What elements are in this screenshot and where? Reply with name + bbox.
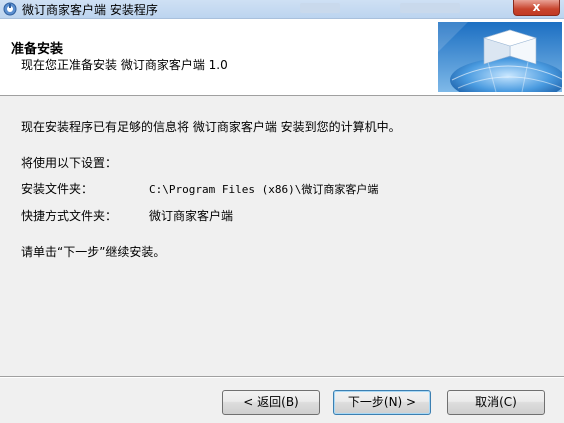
installer-app-icon: [3, 1, 17, 16]
footer-divider: [0, 376, 564, 378]
back-button[interactable]: < 返回(B): [222, 390, 320, 415]
intro-text: 现在安装程序已有足够的信息将 微订商家客户端 安装到您的计算机中。: [21, 120, 401, 134]
close-icon: x: [532, 0, 541, 14]
titlebar-background-blur: [400, 3, 460, 13]
installer-window: 微订商家客户端 安装程序 x 准备安装 现在您正准备安装 微订商家客户端 1.0: [0, 0, 564, 423]
header-panel: 准备安装 现在您正准备安装 微订商家客户端 1.0: [0, 19, 564, 102]
page-subtitle: 现在您正准备安装 微订商家客户端 1.0: [21, 58, 228, 72]
settings-heading: 将使用以下设置：: [21, 156, 118, 170]
install-folder-label: 安装文件夹：: [21, 182, 94, 196]
instruction-text: 请单击“下一步”继续安装。: [21, 245, 166, 259]
cancel-button[interactable]: 取消(C): [447, 390, 545, 415]
shortcut-folder-value: 微订商家客户端: [149, 209, 234, 223]
titlebar-background-blur: [300, 3, 340, 13]
shortcut-folder-label: 快捷方式文件夹：: [21, 209, 118, 223]
window-title: 微订商家客户端 安装程序: [22, 3, 158, 17]
globe-box-graphic-icon: [438, 22, 564, 102]
next-button[interactable]: 下一步(N) >: [333, 390, 431, 415]
install-folder-value: C:\Program Files (x86)\微订商家客户端: [149, 183, 379, 196]
close-button[interactable]: x: [513, 0, 560, 16]
title-bar[interactable]: 微订商家客户端 安装程序 x: [0, 0, 564, 19]
page-title: 准备安装: [11, 42, 64, 57]
